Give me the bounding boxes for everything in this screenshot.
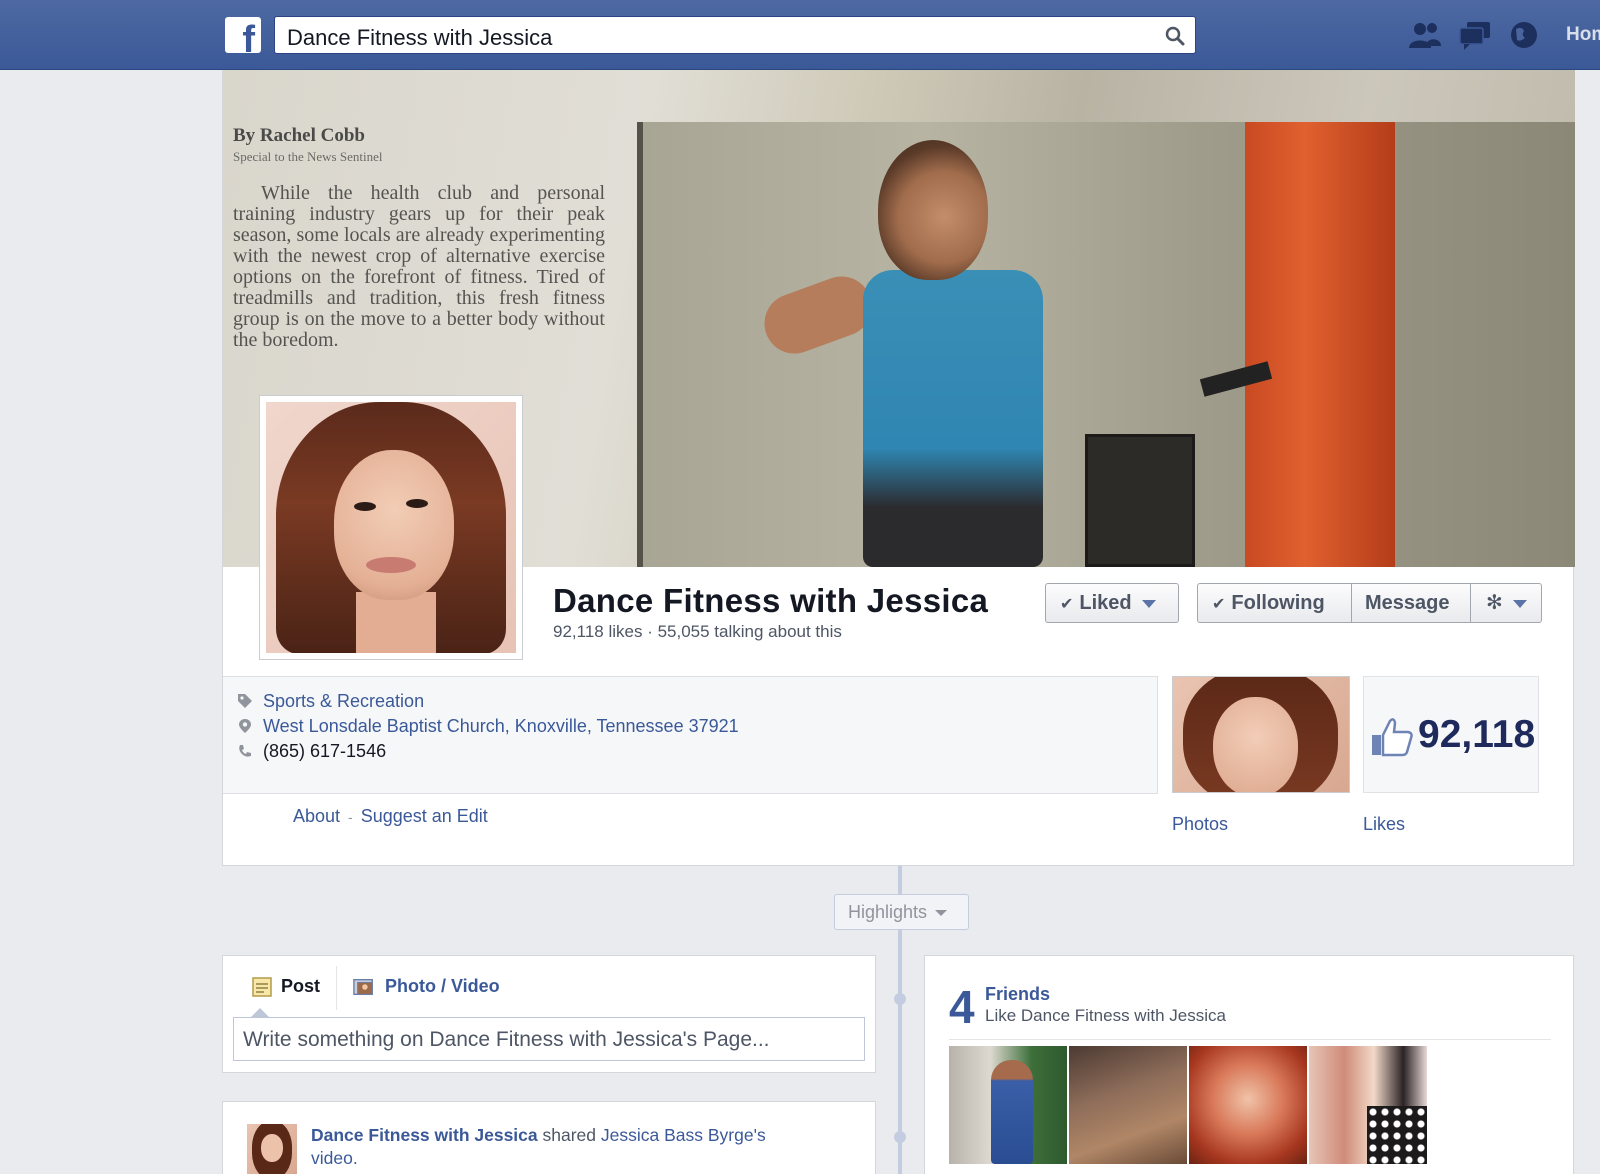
- friend-thumbnail[interactable]: [949, 1046, 1067, 1164]
- friend-dress-pattern: [1367, 1106, 1427, 1164]
- friends-like-card: 4 Friends Like Dance Fitness with Jessic…: [924, 955, 1574, 1174]
- portrait-eye-right: [406, 499, 428, 508]
- chevron-down-icon: [1512, 599, 1527, 608]
- cover-curtain: [1245, 122, 1395, 567]
- following-label: Following: [1231, 592, 1325, 614]
- page-stats: 92,118 likes · 55,055 talking about this: [553, 622, 842, 641]
- highlights-label: Highlights: [848, 902, 928, 922]
- page-title[interactable]: Dance Fitness with Jessica: [553, 582, 988, 620]
- facebook-logo[interactable]: f: [225, 17, 261, 53]
- likes-app-box[interactable]: 92,118: [1363, 676, 1539, 793]
- phone-number: (865) 617-1546: [239, 741, 387, 762]
- address-link[interactable]: West Lonsdale Baptist Church, Knoxville,…: [239, 716, 739, 737]
- photo-video-tab-label: Photo / Video: [385, 976, 500, 996]
- message-label: Message: [1365, 592, 1450, 614]
- highlights-dropdown[interactable]: Highlights: [834, 894, 969, 930]
- category-label: Sports & Recreation: [263, 691, 425, 711]
- cover-amplifier: [1085, 434, 1195, 567]
- about-link[interactable]: About: [293, 806, 340, 826]
- friends-count: 4: [949, 981, 975, 1033]
- following-button[interactable]: ✔ Following: [1198, 584, 1352, 622]
- tab-pointer: [251, 1008, 269, 1017]
- friend-figure: [991, 1060, 1033, 1164]
- likes-app-label[interactable]: Likes: [1363, 814, 1405, 835]
- friend-requests-icon[interactable]: [1408, 20, 1442, 50]
- notifications-globe-icon[interactable]: [1508, 20, 1542, 50]
- about-links: About - Suggest an Edit: [293, 806, 488, 827]
- friends-title-link[interactable]: Friends: [985, 984, 1050, 1005]
- tab-divider: [336, 966, 337, 1010]
- thumbs-up-icon: [1372, 718, 1413, 757]
- tag-icon: [238, 694, 252, 708]
- message-button[interactable]: Message: [1353, 584, 1471, 622]
- top-navigation-bar: f Dance Fitness with Jessica Hom: [0, 0, 1600, 70]
- check-icon: ✔: [1212, 596, 1226, 613]
- cover-dancer-head: [878, 140, 988, 280]
- page-action-group: ✔ Following Message ✻: [1197, 583, 1542, 623]
- messages-icon[interactable]: [1458, 20, 1492, 50]
- tab-post[interactable]: Post: [251, 976, 320, 997]
- page-header-card: By Rachel Cobb Special to the News Senti…: [222, 70, 1575, 866]
- divider: [949, 1039, 1551, 1040]
- search-input[interactable]: Dance Fitness with Jessica: [287, 25, 552, 51]
- friend-thumbnail[interactable]: [1069, 1046, 1187, 1164]
- portrait-eye-left: [354, 502, 376, 511]
- gear-icon: ✻: [1486, 592, 1503, 614]
- photo-icon: [353, 978, 373, 996]
- photos-app-thumbnail[interactable]: [1172, 676, 1350, 793]
- post-icon: [252, 977, 272, 997]
- photos-thumb-face: [1213, 697, 1298, 792]
- tab-photo-video[interactable]: Photo / Video: [353, 976, 500, 997]
- suggest-edit-link[interactable]: Suggest an Edit: [361, 806, 488, 826]
- link-separator: -: [348, 809, 353, 825]
- category-link[interactable]: Sports & Recreation: [238, 691, 425, 712]
- friend-thumbnail[interactable]: [1309, 1046, 1427, 1164]
- story-headline: Dance Fitness with Jessica shared Jessic…: [311, 1124, 811, 1170]
- write-post-input[interactable]: Write something on Dance Fitness with Je…: [233, 1017, 865, 1061]
- cover-dancer-body: [863, 270, 1043, 567]
- phone-icon: [239, 745, 251, 757]
- check-icon: ✔: [1060, 596, 1074, 613]
- home-link[interactable]: Hom: [1566, 24, 1600, 46]
- story-actor-link[interactable]: Dance Fitness with Jessica: [311, 1125, 538, 1145]
- timeline-dot: [894, 1131, 906, 1143]
- timeline-dot: [894, 993, 906, 1005]
- likes-count: 92,118: [1418, 713, 1536, 756]
- story-object-link[interactable]: video.: [311, 1148, 358, 1168]
- portrait-neck: [356, 592, 436, 653]
- post-composer: Post Photo / Video Write something on Da…: [222, 955, 876, 1073]
- story-avatar[interactable]: [247, 1124, 297, 1174]
- photos-app-label[interactable]: Photos: [1172, 814, 1228, 835]
- article-text: While the health club and personal train…: [233, 182, 605, 351]
- portrait-lips: [366, 557, 416, 573]
- avatar-face: [261, 1134, 283, 1162]
- settings-menu-button[interactable]: ✻: [1472, 584, 1542, 622]
- friends-subtitle: Like Dance Fitness with Jessica: [985, 1006, 1226, 1025]
- friend-thumbnail[interactable]: [1189, 1046, 1307, 1164]
- location-pin-icon: [239, 719, 251, 733]
- story-verb: shared: [542, 1125, 597, 1145]
- liked-button[interactable]: ✔ Liked: [1045, 583, 1179, 623]
- address-label: West Lonsdale Baptist Church, Knoxville,…: [263, 716, 739, 736]
- profile-portrait: [266, 402, 516, 653]
- liked-label: Liked: [1079, 592, 1132, 614]
- story-target-link[interactable]: Jessica Bass Byrge's: [601, 1125, 766, 1145]
- page-info-box: Sports & Recreation West Lonsdale Baptis…: [223, 676, 1158, 794]
- chevron-down-icon: [935, 910, 948, 917]
- post-tab-label: Post: [281, 976, 321, 996]
- portrait-face: [334, 450, 454, 600]
- search-bar[interactable]: Dance Fitness with Jessica: [274, 16, 1196, 54]
- search-icon[interactable]: [1165, 26, 1185, 46]
- article-byline-sub: Special to the News Sentinel: [233, 149, 383, 164]
- timeline-story: Dance Fitness with Jessica shared Jessic…: [222, 1101, 876, 1174]
- phone-label: (865) 617-1546: [263, 741, 387, 761]
- newspaper-clipping: By Rachel Cobb Special to the News Senti…: [233, 125, 605, 351]
- chevron-down-icon: [1141, 599, 1156, 608]
- profile-picture[interactable]: [259, 395, 523, 660]
- article-byline: By Rachel Cobb: [233, 125, 365, 146]
